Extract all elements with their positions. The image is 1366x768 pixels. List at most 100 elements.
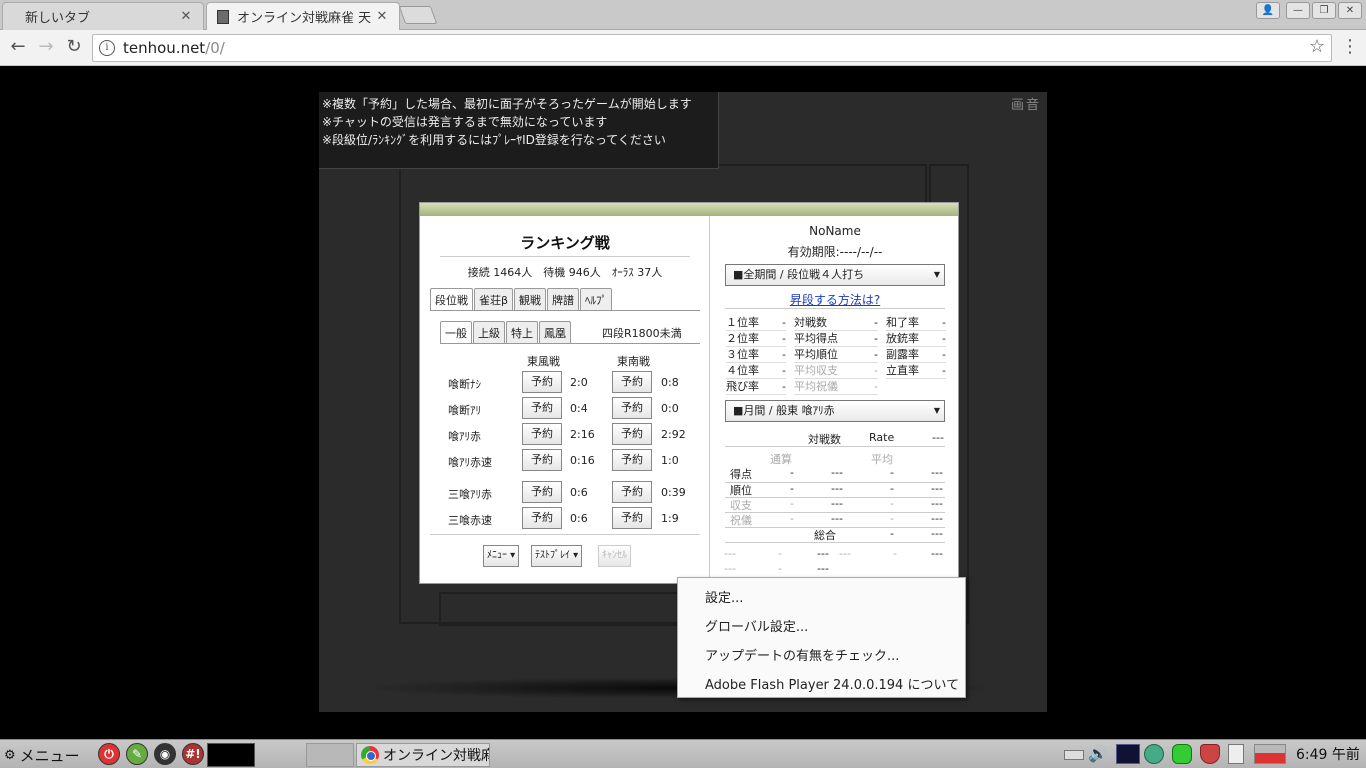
tab-close-icon[interactable]: ✕ <box>375 9 389 24</box>
reserve-south-button[interactable]: 予約 <box>612 507 652 529</box>
chevron-down-icon: ▼ <box>933 406 940 415</box>
cell: --- <box>831 497 843 510</box>
cell: --- <box>831 512 843 525</box>
url-path: /0/ <box>205 39 225 57</box>
row-label: 祝儀 <box>730 514 752 527</box>
south-count: 2:92 <box>661 428 686 441</box>
reserve-east-button[interactable]: 予約 <box>522 397 562 419</box>
taskbar-window-chrome[interactable]: オンライン対戦麻雀 天鳳 <box>356 743 490 767</box>
test-play-button[interactable]: ﾃｽﾄﾌﾟﾚｲ ▾ <box>531 545 583 567</box>
tool-icon[interactable]: ✎ <box>126 743 148 765</box>
close-window-button[interactable]: ✕ <box>1338 2 1362 19</box>
power-icon[interactable]: ⏻ <box>98 743 120 765</box>
stat-riichi: 立直率 - <box>886 364 946 379</box>
cell: - <box>893 547 897 560</box>
room-label: 三喰赤速 <box>448 514 492 527</box>
room-label: 喰ｱﾘ赤速 <box>448 456 492 469</box>
start-menu-button[interactable]: ⚙ メニュー <box>4 743 80 767</box>
cell: --- <box>831 482 843 495</box>
tab-strip: 新しいタブ ✕ オンライン対戦麻雀 天 ✕ 👤 — ❐ ✕ <box>0 0 1366 30</box>
reserve-east-button[interactable]: 予約 <box>522 371 562 393</box>
tab-dan[interactable]: 段位戦 <box>430 288 473 310</box>
reserve-south-button[interactable]: 予約 <box>612 481 652 503</box>
cell: - <box>890 466 894 479</box>
address-bar[interactable]: i tenhou.net/0/ ☆ <box>92 34 1332 62</box>
lobby-panel: ランキング戦 接続 1464人 待機 946人 ｵｰﾗｽ 37人 段位戦 雀荘β… <box>419 202 959 584</box>
notice-line: ※段級位/ﾗﾝｷﾝｸﾞを利用するにはﾌﾟﾚｰﾔID登録を行なってください <box>322 133 666 147</box>
tab-help[interactable]: ﾍﾙﾌﾟ <box>580 288 613 310</box>
tab-janso[interactable]: 雀荘β <box>474 288 514 310</box>
reserve-south-button[interactable]: 予約 <box>612 371 652 393</box>
workspace-switcher[interactable] <box>306 743 354 767</box>
column-east: 東風戦 <box>527 355 560 368</box>
menu-item-about-flash[interactable]: Adobe Flash Player 24.0.0.194 について <box>705 674 959 693</box>
cell: --- <box>931 482 943 495</box>
tab-title: 新しいタブ <box>25 11 91 26</box>
network-monitor-icon[interactable] <box>1116 744 1140 764</box>
graphics-sound-icons[interactable]: 画音 <box>1011 94 1041 113</box>
minimize-button[interactable]: — <box>1286 2 1310 19</box>
reserve-south-button[interactable]: 予約 <box>612 423 652 445</box>
volume-icon[interactable]: 🔊 <box>1088 744 1108 764</box>
reserve-east-button[interactable]: 予約 <box>522 449 562 471</box>
clipboard-icon[interactable] <box>1228 744 1244 764</box>
reserve-south-button[interactable]: 予約 <box>612 449 652 471</box>
reserve-east-button[interactable]: 予約 <box>522 423 562 445</box>
row-label: 収支 <box>730 499 752 512</box>
stat-deal-in: 放銃率 - <box>886 332 946 347</box>
monthly-select[interactable]: ■月間 / 般東 喰ｱﾘ赤 ▼ <box>725 400 945 422</box>
tab-new-tab[interactable]: 新しいタブ ✕ <box>2 2 204 30</box>
tab-joukyu[interactable]: 上級 <box>473 321 505 343</box>
restore-button[interactable]: ❐ <box>1312 2 1336 19</box>
chrome-icon <box>361 746 379 764</box>
tab-ippan[interactable]: 一般 <box>440 321 472 343</box>
media-icon[interactable]: ◉ <box>154 743 176 765</box>
shield-icon[interactable] <box>1200 744 1220 764</box>
cell: --- <box>831 466 843 479</box>
profile-icon[interactable]: 👤 <box>1256 2 1280 19</box>
avg-header: 平均 <box>871 453 893 466</box>
browser-toolbar: ← → ↻ i tenhou.net/0/ ☆ ⋮ <box>0 30 1366 66</box>
storage-icon[interactable] <box>1172 744 1192 764</box>
tab-houou[interactable]: 鳳凰 <box>539 321 571 343</box>
howto-link[interactable]: 昇段する方法は? <box>710 291 960 308</box>
bookmark-star-icon[interactable]: ☆ <box>1309 36 1325 57</box>
back-arrow-icon[interactable]: ← <box>6 36 30 60</box>
reserve-east-button[interactable]: 予約 <box>522 507 562 529</box>
reserve-east-button[interactable]: 予約 <box>522 481 562 503</box>
hash-icon[interactable]: #! <box>182 743 204 765</box>
stat-2nd: ２位率 - <box>726 332 786 347</box>
tab-haifu[interactable]: 牌譜 <box>547 288 580 310</box>
east-count: 2:16 <box>570 428 595 441</box>
level-requirement: 四段R1800未満 <box>602 327 682 340</box>
mint-logo-icon: ⚙ <box>4 747 16 763</box>
room-label: 喰ｱﾘ赤 <box>448 430 481 443</box>
stat-tobi: 飛び率 - <box>726 380 786 395</box>
menu-item-settings[interactable]: 設定... <box>705 587 743 606</box>
new-tab-button[interactable] <box>398 6 438 24</box>
cancel-button[interactable]: ｷｬﾝｾﾙ <box>598 545 631 567</box>
forward-arrow-icon[interactable]: → <box>34 36 58 60</box>
keyboard-icon[interactable] <box>1064 750 1084 760</box>
tab-tenhou[interactable]: オンライン対戦麻雀 天 ✕ <box>206 2 400 30</box>
chrome-menu-icon[interactable]: ⋮ <box>1340 36 1360 60</box>
menu-button[interactable]: ﾒﾆｭｰ ▾ <box>483 545 520 567</box>
terminal-preview[interactable] <box>207 743 255 767</box>
menu-item-global-settings[interactable]: グローバル設定... <box>705 616 808 635</box>
clock[interactable]: 6:49 午前 <box>1296 744 1360 764</box>
reload-icon[interactable]: ↻ <box>62 36 86 60</box>
info-icon[interactable]: i <box>99 40 115 56</box>
reserve-south-button[interactable]: 予約 <box>612 397 652 419</box>
network-globe-icon[interactable] <box>1144 744 1164 764</box>
tab-close-icon[interactable]: ✕ <box>179 9 193 24</box>
period-select[interactable]: ■全期間 / 段位戦４人打ち ▼ <box>725 264 945 286</box>
tab-tokujou[interactable]: 特上 <box>506 321 538 343</box>
connection-stats: 接続 1464人 待機 946人 ｵｰﾗｽ 37人 <box>467 266 663 279</box>
cell: --- <box>817 547 829 560</box>
menu-item-check-updates[interactable]: アップデートの有無をチェック... <box>705 645 899 664</box>
tab-watch[interactable]: 観戦 <box>514 288 547 310</box>
divider <box>430 534 700 535</box>
cpu-monitor-icon[interactable] <box>1254 744 1286 764</box>
stat-win: 和了率 - <box>886 316 946 331</box>
player-name: NoName <box>809 224 861 238</box>
